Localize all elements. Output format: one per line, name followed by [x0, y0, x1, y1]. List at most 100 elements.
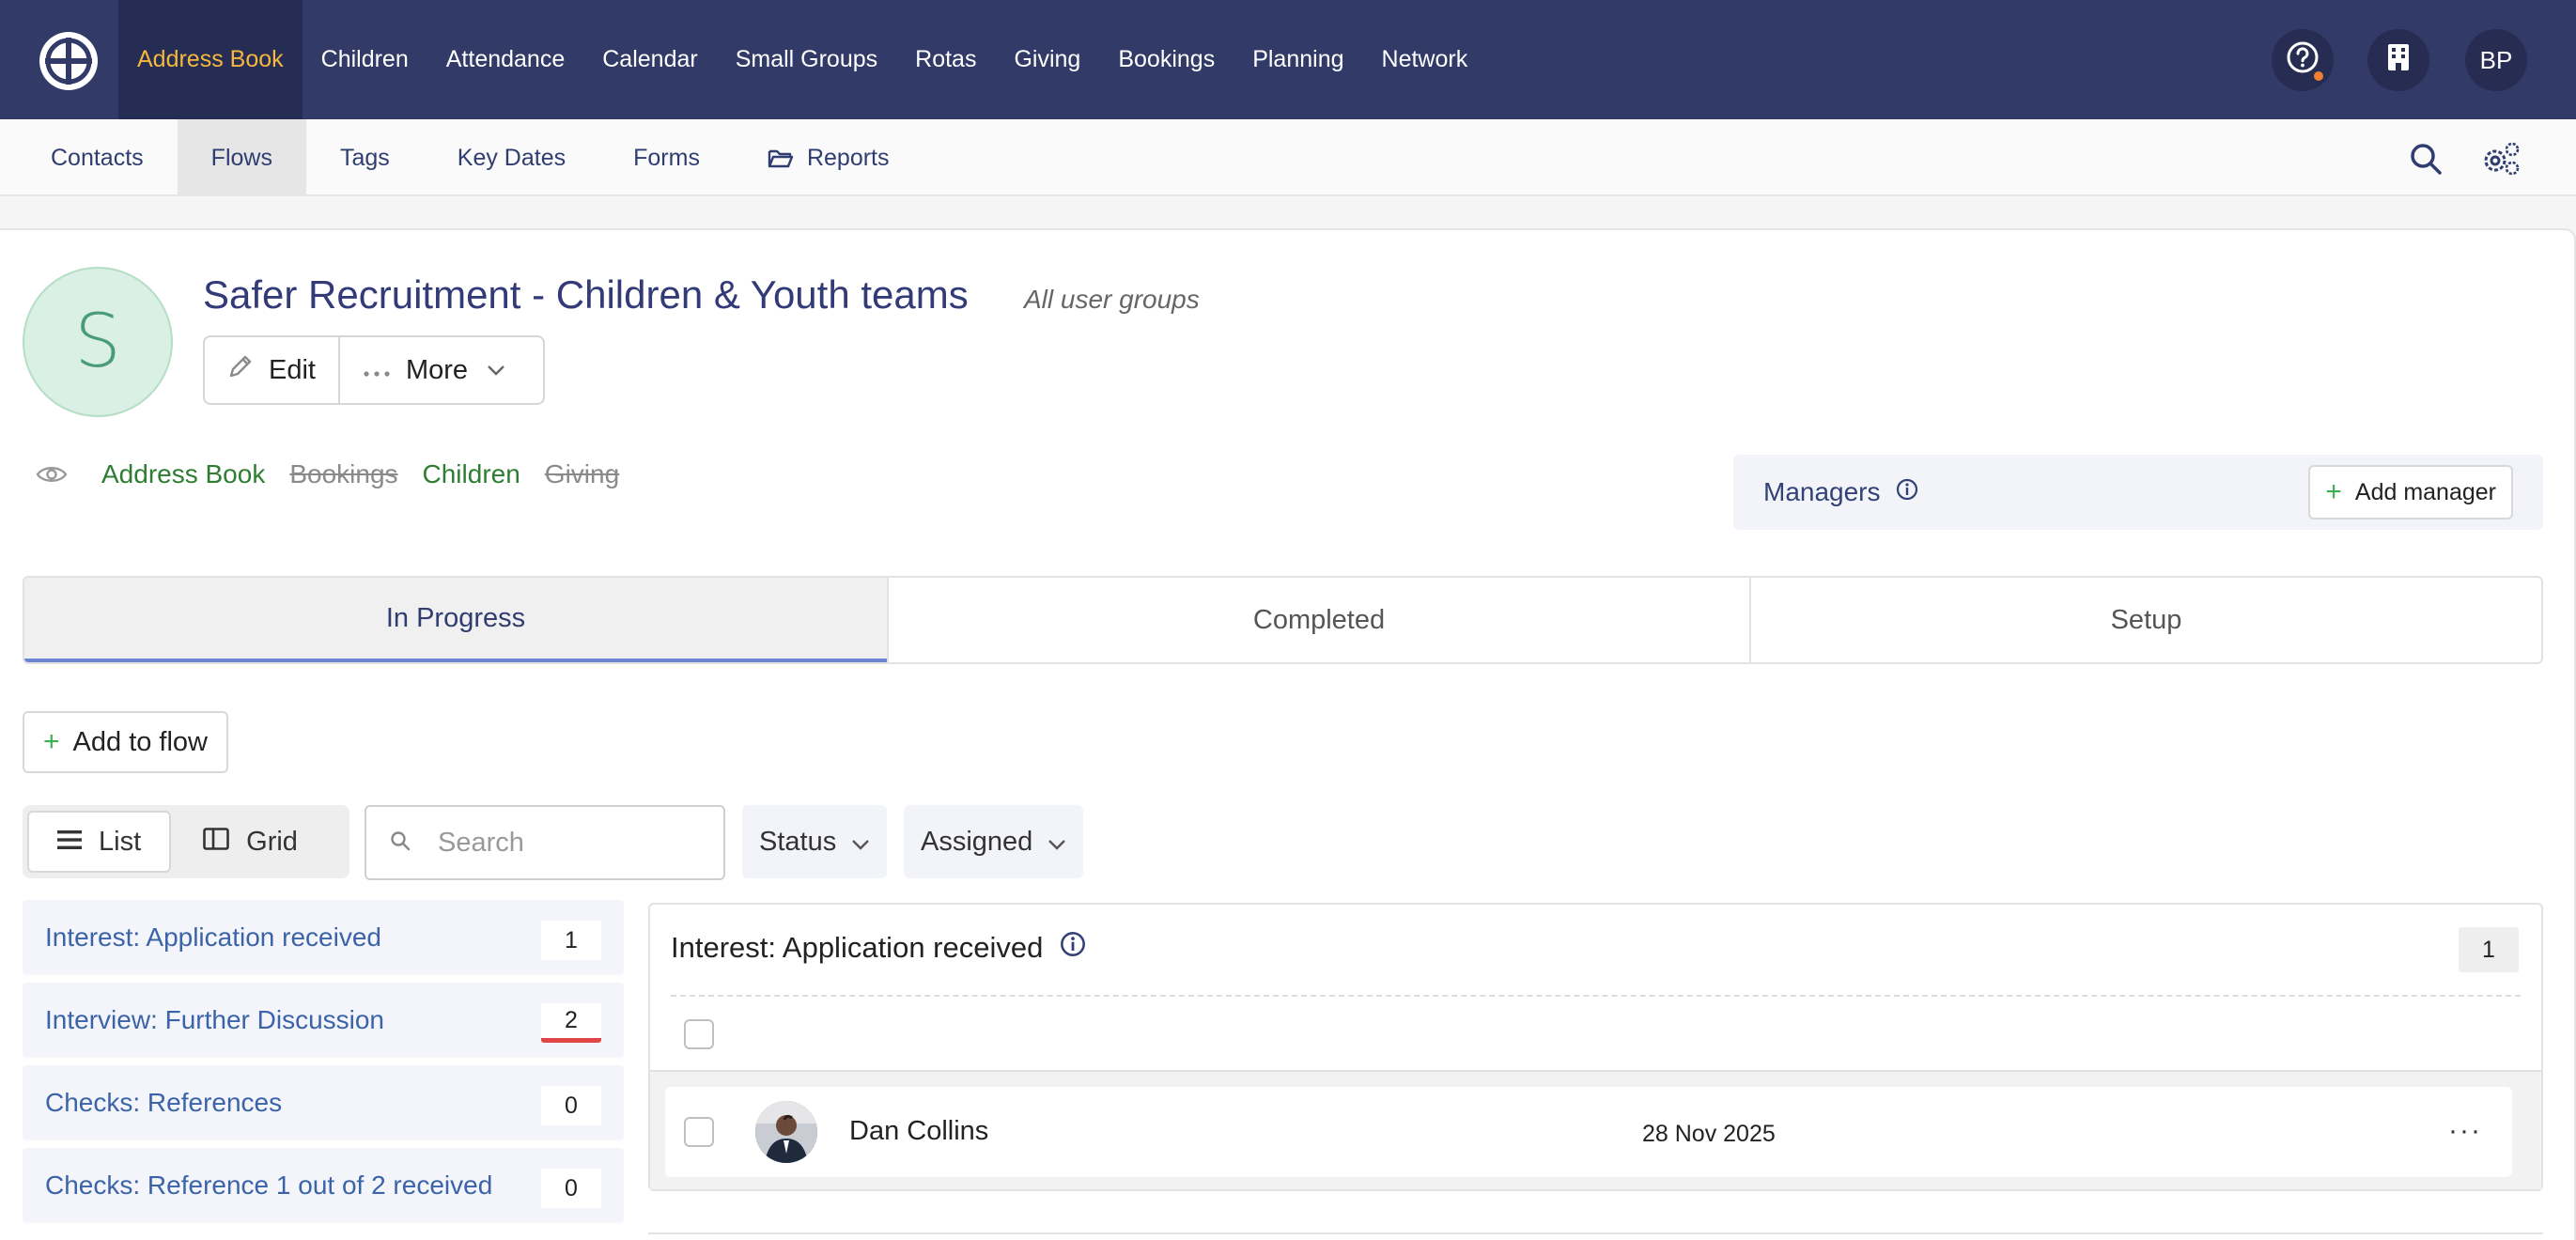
info-icon[interactable]: [1896, 477, 1918, 507]
next-panel-edge: [648, 1232, 2543, 1240]
tab-completed[interactable]: Completed: [887, 578, 1749, 662]
list-view-button[interactable]: List: [27, 811, 172, 873]
user-initials: BP: [2479, 45, 2513, 74]
gears-icon[interactable]: [2480, 140, 2520, 178]
tab-setup[interactable]: Setup: [1749, 578, 2541, 662]
organisation-button[interactable]: [2367, 29, 2429, 91]
page-title: Safer Recruitment - Children & Youth tea…: [203, 272, 969, 317]
module-bookings: Bookings: [289, 459, 398, 488]
nav-network[interactable]: Network: [1363, 0, 1487, 119]
module-giving: Giving: [544, 459, 620, 488]
stage-item[interactable]: Interview: Further Discussion 2: [23, 983, 624, 1058]
grid-view-button[interactable]: Grid: [171, 811, 330, 873]
tab-in-progress[interactable]: In Progress: [24, 578, 887, 662]
pencil-icon: [227, 353, 269, 387]
chevron-down-icon: [1032, 827, 1066, 858]
add-to-flow-button[interactable]: + Add to flow: [23, 711, 229, 773]
avatar: [755, 1101, 817, 1163]
list-label: List: [99, 826, 142, 857]
stage-count: 0: [541, 1086, 601, 1125]
nav-planning[interactable]: Planning: [1234, 0, 1362, 119]
folder-open-icon: [768, 147, 794, 168]
stage-item[interactable]: Interest: Application received 1: [23, 900, 624, 975]
edit-button[interactable]: Edit: [205, 337, 338, 403]
person-date: 28 Nov 2025: [1642, 1121, 1776, 1147]
subnav-reports-label: Reports: [806, 144, 890, 171]
status-filter-label: Status: [759, 826, 837, 857]
subnav-contacts[interactable]: Contacts: [17, 119, 178, 196]
managers-label: Managers: [1763, 477, 1881, 506]
table-row[interactable]: Dan Collins 28 Nov 2025 ···: [665, 1087, 2512, 1177]
stage-label: Checks: Reference 1 out of 2 received: [45, 1170, 493, 1200]
stage-detail-header: Interest: Application received: [671, 931, 1086, 965]
info-icon[interactable]: [1060, 931, 1086, 965]
stage-item[interactable]: Checks: Reference 1 out of 2 received 0: [23, 1148, 624, 1223]
add-manager-button[interactable]: + Add manager: [2308, 465, 2513, 519]
add-to-flow-label: Add to flow: [72, 726, 209, 757]
grid-label: Grid: [246, 826, 298, 857]
nav-attendance[interactable]: Attendance: [427, 0, 584, 119]
nav-rotas[interactable]: Rotas: [896, 0, 995, 119]
stage-list: Interest: Application received 1 Intervi…: [23, 900, 624, 1231]
user-avatar-button[interactable]: BP: [2465, 29, 2527, 91]
stage-count: 2: [541, 1003, 601, 1043]
building-icon: [2387, 43, 2410, 78]
flow-avatar-letter: S: [74, 300, 121, 384]
stage-label: Interview: Further Discussion: [45, 1005, 385, 1034]
view-toggle: List Grid: [23, 805, 349, 878]
nav-address-book[interactable]: Address Book: [118, 0, 303, 119]
module-address-book: Address Book: [101, 459, 266, 488]
stage-count: 0: [541, 1169, 601, 1208]
module-children: Children: [422, 459, 520, 488]
subnav-forms[interactable]: Forms: [599, 119, 734, 196]
search-icon: [389, 829, 411, 857]
subnav-flows[interactable]: Flows: [177, 119, 306, 196]
nav-giving[interactable]: Giving: [995, 0, 1099, 119]
search-field[interactable]: [365, 805, 725, 880]
managers-panel: Managers + Add manager: [1733, 455, 2543, 530]
row-checkbox[interactable]: [684, 1117, 714, 1147]
add-manager-label: Add manager: [2354, 478, 2496, 505]
list-icon: [57, 827, 99, 858]
more-button[interactable]: More: [337, 337, 543, 403]
stage-item[interactable]: Checks: References 0: [23, 1065, 624, 1140]
subnav-key-dates[interactable]: Key Dates: [424, 119, 599, 196]
nav-children[interactable]: Children: [303, 0, 427, 119]
app-logo-icon[interactable]: [38, 30, 100, 92]
stage-label: Checks: References: [45, 1088, 283, 1117]
status-filter-button[interactable]: Status: [742, 805, 888, 878]
nav-bookings[interactable]: Bookings: [1099, 0, 1234, 119]
grid-icon: [203, 827, 246, 858]
subnav-tags[interactable]: Tags: [306, 119, 424, 196]
stage-count: 1: [541, 921, 601, 960]
sub-navigation-bar: Contacts Flows Tags Key Dates Forms Repo…: [0, 119, 2576, 196]
flow-tabs: In Progress Completed Setup: [23, 576, 2543, 664]
stage-detail-title: Interest: Application received: [671, 931, 1044, 964]
more-label: More: [405, 354, 469, 385]
plus-icon: +: [2325, 476, 2342, 507]
flow-avatar: S: [23, 267, 173, 417]
nav-small-groups[interactable]: Small Groups: [717, 0, 896, 119]
edit-label: Edit: [269, 354, 316, 385]
row-menu-button[interactable]: ···: [2448, 1115, 2482, 1147]
chevron-down-icon: [836, 827, 870, 858]
managers-header: Managers: [1763, 477, 1918, 507]
ellipsis-icon: [363, 355, 406, 386]
search-input[interactable]: [438, 827, 682, 859]
assigned-filter-button[interactable]: Assigned: [904, 805, 1084, 878]
person-rows: Dan Collins 28 Nov 2025 ···: [650, 1070, 2541, 1189]
flow-actions: Edit More: [203, 335, 546, 405]
stage-detail-panel: Interest: Application received 1 Dan Col…: [648, 903, 2543, 1191]
select-all-checkbox[interactable]: [684, 1019, 714, 1049]
assigned-filter-label: Assigned: [921, 826, 1033, 857]
nav-calendar[interactable]: Calendar: [583, 0, 716, 119]
help-button[interactable]: [2272, 29, 2334, 91]
top-navigation-bar: Address Book Children Attendance Calenda…: [0, 0, 2576, 119]
stage-detail-count: 1: [2459, 927, 2519, 972]
chevron-down-icon: [487, 364, 520, 376]
subnav-reports[interactable]: Reports: [734, 119, 923, 196]
notification-dot: [2312, 70, 2325, 83]
person-name[interactable]: Dan Collins: [849, 1116, 988, 1147]
search-icon[interactable]: [2407, 140, 2444, 178]
stage-label: Interest: Application received: [45, 922, 381, 952]
